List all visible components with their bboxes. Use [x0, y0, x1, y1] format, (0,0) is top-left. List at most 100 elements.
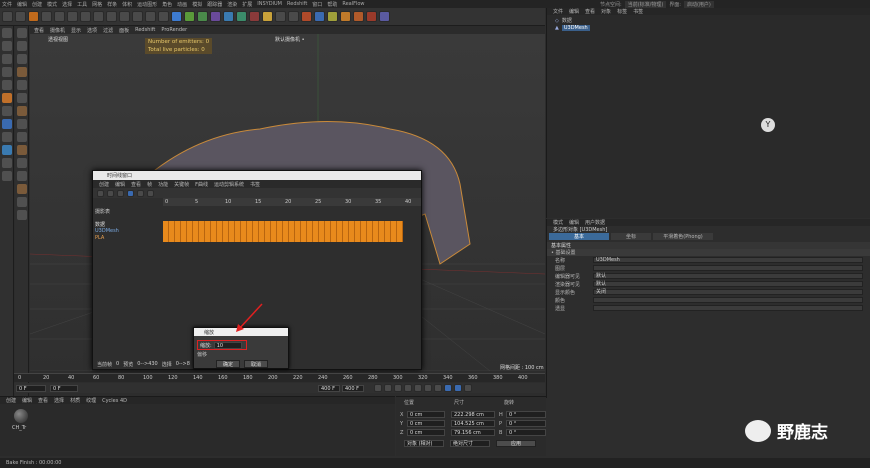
tool-icon-8[interactable]	[16, 119, 27, 129]
menu-item[interactable]: 动画	[177, 1, 187, 8]
main-timeline-ruler[interactable]: 0 20 40 60 80 100 120 140 160 180 200 220 240 260 280 3…	[14, 373, 545, 382]
ok-button[interactable]: 确定	[216, 360, 240, 368]
redshift-icon[interactable]	[301, 11, 312, 22]
menu-item[interactable]: 模式	[47, 1, 57, 8]
object-menu-item[interactable]: 编辑	[569, 8, 579, 15]
next-frame-icon[interactable]	[414, 384, 422, 392]
coord-system-icon[interactable]	[119, 11, 130, 22]
viewport-menu-item[interactable]: 查看	[34, 27, 44, 34]
key-icon-3[interactable]	[117, 189, 124, 197]
tool-icon-2[interactable]	[16, 41, 27, 51]
render-settings-icon[interactable]	[158, 11, 169, 22]
curve-icon[interactable]	[137, 189, 144, 197]
tool-icon-7[interactable]	[16, 106, 27, 116]
tool-icon-6[interactable]	[16, 93, 27, 103]
rot-field[interactable]: 0 °	[506, 429, 546, 436]
render-picture-icon[interactable]	[145, 11, 156, 22]
tab-basic[interactable]: 基本	[549, 233, 609, 240]
attribute-value[interactable]: 默认	[593, 273, 863, 279]
size-field[interactable]: 222.298 cm	[451, 411, 495, 418]
size-field[interactable]: 79.156 cm	[451, 429, 495, 436]
timeline-menu-item[interactable]: F曲线	[195, 181, 208, 188]
menu-item[interactable]: 帮助	[327, 1, 337, 8]
material-menu-item[interactable]: Cycles 4D	[102, 398, 127, 404]
timeline-ruler[interactable]: 0 5 10 15 20 25 30 35 40	[163, 198, 421, 206]
ripple-icon[interactable]	[147, 189, 154, 197]
attribute-value[interactable]: 关闭	[593, 289, 863, 295]
viewport-menu-item[interactable]: Redshift	[135, 27, 155, 33]
menu-item[interactable]: Redshift	[287, 1, 307, 7]
move-icon[interactable]	[41, 11, 52, 22]
timeline-menu-item[interactable]: 书签	[250, 181, 260, 188]
attribute-menu-item[interactable]: 模式	[553, 219, 563, 226]
attribute-value[interactable]: 默认	[593, 281, 863, 287]
timeline-menu-item[interactable]: 编辑	[115, 181, 125, 188]
tool-icon-11[interactable]	[16, 158, 27, 168]
object-menu-item[interactable]: 对象	[601, 8, 611, 15]
menu-item[interactable]: INSYDIUM	[257, 1, 282, 7]
tool-icon-10[interactable]	[16, 145, 27, 155]
attribute-menu-item[interactable]: 用户数据	[585, 219, 605, 226]
menu-item[interactable]: 工具	[77, 1, 87, 8]
xparticles-icon[interactable]	[314, 11, 325, 22]
plugin-icon-4[interactable]	[379, 11, 390, 22]
timeline-menu-item[interactable]: 帧	[147, 181, 152, 188]
texture-mode-icon[interactable]	[1, 41, 12, 51]
track-mesh[interactable]: U3DMesh	[95, 228, 161, 235]
light-icon[interactable]	[262, 11, 273, 22]
solo-icon[interactable]	[1, 158, 12, 168]
sculpt-icon[interactable]	[1, 145, 12, 155]
timeline-menu-item[interactable]: 查看	[131, 181, 141, 188]
material-menu-item[interactable]: 查看	[38, 397, 48, 404]
tool-icon-4[interactable]	[16, 67, 27, 77]
floor-icon[interactable]	[236, 11, 247, 22]
interface-value[interactable]: 启动(用户)	[683, 1, 714, 8]
object-menu-item[interactable]: 查看	[585, 8, 595, 15]
object-row-data[interactable]: ◇ 数据	[555, 17, 870, 25]
viewport-menu-item[interactable]: 选项	[87, 27, 97, 34]
autokey-icon[interactable]	[454, 384, 462, 392]
prev-frame-icon[interactable]	[394, 384, 402, 392]
tool-icon-15[interactable]	[16, 210, 27, 220]
subdivision-icon[interactable]	[197, 11, 208, 22]
menu-item[interactable]: 体积	[122, 1, 132, 8]
track-pla[interactable]: PLA	[95, 235, 161, 242]
menu-item[interactable]: RealFlow	[342, 1, 364, 7]
live-select-icon[interactable]	[28, 11, 39, 22]
rot-field[interactable]: 0 °	[506, 420, 546, 427]
attribute-menu-item[interactable]: 编辑	[569, 219, 579, 226]
object-menu-item[interactable]: 文件	[553, 8, 563, 15]
menu-item[interactable]: 渲染	[227, 1, 237, 8]
camera-icon[interactable]	[249, 11, 260, 22]
attribute-value[interactable]	[593, 265, 863, 271]
pos-field[interactable]: 0 cm	[407, 411, 445, 418]
plugin-icon-1[interactable]	[340, 11, 351, 22]
cube-icon[interactable]	[171, 11, 182, 22]
plugin-icon-2[interactable]	[353, 11, 364, 22]
next-key-icon[interactable]	[424, 384, 432, 392]
timeline-menu-item[interactable]: 功能	[158, 181, 168, 188]
keyframe-track-2[interactable]	[163, 228, 403, 235]
menu-item[interactable]: 编辑	[17, 1, 27, 8]
menu-item[interactable]: 跟踪器	[207, 1, 222, 8]
undo-icon[interactable]	[2, 11, 13, 22]
keyframe-icon[interactable]	[464, 384, 472, 392]
size-mode-select[interactable]: 绝对尺寸	[450, 440, 490, 447]
menu-item[interactable]: 创建	[32, 1, 42, 8]
menu-item[interactable]: 网格	[92, 1, 102, 8]
size-field[interactable]: 104.525 cm	[451, 420, 495, 427]
x-axis-icon[interactable]	[80, 11, 91, 22]
menu-item[interactable]: 文件	[2, 1, 12, 8]
pos-field[interactable]: 0 cm	[407, 429, 445, 436]
tool-icon-9[interactable]	[16, 132, 27, 142]
cloner-icon[interactable]	[210, 11, 221, 22]
axis-mode-icon[interactable]	[1, 93, 12, 103]
timeline-menu-item[interactable]: 创建	[99, 181, 109, 188]
play-icon[interactable]	[404, 384, 412, 392]
deformer-icon[interactable]	[223, 11, 234, 22]
viewport-menu-item[interactable]: 显示	[71, 27, 81, 34]
realflow-icon[interactable]	[327, 11, 338, 22]
material-menu-item[interactable]: 创建	[6, 397, 16, 404]
end-frame[interactable]: 400 F	[318, 384, 340, 392]
pen-icon[interactable]	[184, 11, 195, 22]
